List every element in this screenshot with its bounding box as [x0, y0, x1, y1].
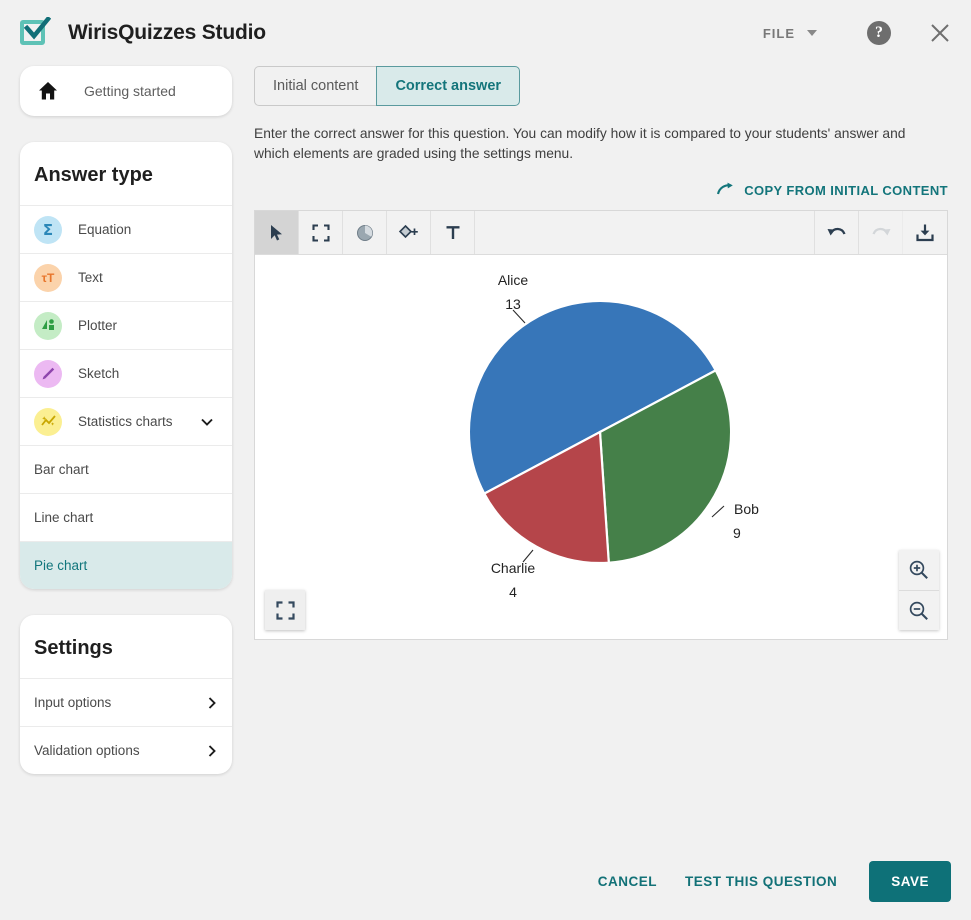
zoom-out-button[interactable] — [899, 590, 939, 630]
app-header: WirisQuizzes Studio FILE ? — [0, 0, 971, 66]
sidebar-item-plotter[interactable]: Plotter — [20, 301, 232, 349]
pie-chart-figure: Alice 13 Bob 9 Charlie 4 — [467, 272, 759, 600]
sigma-icon: Σ — [34, 215, 62, 244]
sidebar-item-text[interactable]: τT Text — [20, 253, 232, 301]
editor-toolbar — [255, 211, 947, 255]
footer-actions: CANCEL TEST THIS QUESTION SAVE — [584, 861, 951, 902]
settings-item-label: Input options — [34, 695, 112, 710]
caret-down-icon — [807, 30, 817, 36]
zoom-controls — [899, 550, 939, 630]
undo-arrow-icon — [827, 227, 846, 235]
answer-type-label: Sketch — [78, 366, 120, 381]
copy-from-initial-content-button[interactable]: COPY FROM INITIAL CONTENT — [254, 182, 948, 198]
page-title: WirisQuizzes Studio — [68, 21, 266, 44]
expand-frame-icon — [275, 600, 295, 620]
file-menu-button[interactable]: FILE — [753, 18, 827, 49]
chevron-right-icon — [208, 696, 216, 709]
pie-label-name-charlie: Charlie — [491, 560, 536, 576]
text-t-icon — [446, 225, 459, 239]
answer-type-panel: Answer type Σ Equation τT Text Plotter S… — [20, 142, 232, 589]
instructions-text: Enter the correct answer for this questi… — [254, 126, 906, 161]
sidebar-item-input-options[interactable]: Input options — [20, 678, 232, 726]
close-x-icon[interactable] — [927, 20, 953, 46]
save-button[interactable]: SAVE — [869, 861, 951, 902]
sidebar-item-sketch[interactable]: Sketch — [20, 349, 232, 397]
sidebar-item-validation-options[interactable]: Validation options — [20, 726, 232, 774]
add-slice-icon — [398, 224, 418, 238]
settings-panel: Settings Input options Validation option… — [20, 615, 232, 774]
leader-line-bob — [711, 505, 725, 518]
toolbar-spacer — [475, 211, 815, 254]
sidebar-item-statistics-charts[interactable]: Statistics charts — [20, 397, 232, 445]
getting-started-label: Getting started — [84, 83, 176, 99]
text-tool-button[interactable] — [431, 211, 475, 254]
select-tool-button[interactable] — [255, 211, 299, 254]
sidebar-item-bar-chart[interactable]: Bar chart — [20, 445, 232, 493]
chart-type-label: Line chart — [34, 510, 94, 525]
test-this-question-button[interactable]: TEST THIS QUESTION — [671, 862, 851, 901]
add-slice-tool-button[interactable] — [387, 211, 431, 254]
chart-editor: Alice 13 Bob 9 Charlie 4 — [254, 210, 948, 640]
checkbox-check-icon — [24, 17, 51, 40]
pie-label-value-charlie: 4 — [509, 584, 517, 600]
redo-arrow-icon — [717, 182, 733, 195]
chart-type-label: Pie chart — [34, 558, 88, 573]
sidebar: Getting started Answer type Σ Equation τ… — [20, 66, 232, 774]
help-label: ? — [875, 24, 883, 41]
undo-button[interactable] — [815, 211, 859, 254]
app-logo-icon — [20, 17, 51, 48]
help-circle-icon[interactable]: ? — [867, 21, 891, 45]
wirisquizzes-studio-window: WirisQuizzes Studio FILE ? Getting start… — [0, 0, 971, 920]
sidebar-item-line-chart[interactable]: Line chart — [20, 493, 232, 541]
chart-canvas[interactable]: Alice 13 Bob 9 Charlie 4 — [255, 255, 947, 639]
pie-chart-icon — [356, 224, 373, 241]
tab-initial-content[interactable]: Initial content — [254, 66, 377, 106]
copy-from-initial-content-label: COPY FROM INITIAL CONTENT — [744, 182, 948, 198]
answer-type-label: Plotter — [78, 318, 118, 333]
chevron-right-icon — [208, 744, 216, 757]
redo-button[interactable] — [859, 211, 903, 254]
redo-arrow-icon — [871, 227, 890, 235]
zoom-in-button[interactable] — [899, 550, 939, 590]
expand-frame-icon — [311, 223, 330, 242]
download-button[interactable] — [903, 211, 947, 254]
magnifier-plus-icon — [909, 560, 928, 579]
settings-title: Settings — [34, 637, 113, 659]
answer-type-label: Statistics charts — [78, 414, 173, 429]
pie-label-name-alice: Alice — [498, 272, 529, 288]
sidebar-item-pie-chart[interactable]: Pie chart — [20, 541, 232, 589]
main-content: Initial content Correct answer Enter the… — [254, 66, 954, 640]
chevron-down-icon[interactable] — [200, 415, 214, 429]
canvas-fullscreen-button[interactable] — [265, 590, 305, 630]
sidebar-item-equation[interactable]: Σ Equation — [20, 205, 232, 253]
pie-label-name-bob: Bob — [734, 501, 759, 517]
pie-label-value-bob: 9 — [733, 525, 741, 541]
sidebar-item-getting-started[interactable]: Getting started — [20, 66, 232, 116]
answer-type-label: Equation — [78, 222, 132, 237]
pencil-icon — [34, 359, 62, 388]
file-menu-label: FILE — [762, 25, 795, 41]
answer-type-label: Text — [78, 270, 103, 285]
cancel-button[interactable]: CANCEL — [584, 862, 671, 901]
plotter-icon — [34, 311, 62, 340]
pie-label-value-alice: 13 — [505, 296, 521, 312]
text-format-icon: τT — [34, 263, 62, 292]
fit-tool-button[interactable] — [299, 211, 343, 254]
tab-correct-answer[interactable]: Correct answer — [376, 66, 521, 106]
download-icon — [916, 224, 934, 241]
pie-tool-button[interactable] — [343, 211, 387, 254]
magnifier-minus-icon — [909, 601, 928, 620]
content-tabs: Initial content Correct answer — [254, 66, 954, 106]
home-icon — [39, 82, 57, 100]
cursor-arrow-icon — [270, 224, 282, 240]
chart-type-label: Bar chart — [34, 462, 89, 477]
toolbar-right-group — [815, 211, 947, 254]
answer-type-title: Answer type — [34, 164, 153, 186]
header-actions: FILE ? — [753, 18, 971, 49]
statistics-chart-icon — [34, 407, 62, 436]
settings-item-label: Validation options — [34, 743, 140, 758]
